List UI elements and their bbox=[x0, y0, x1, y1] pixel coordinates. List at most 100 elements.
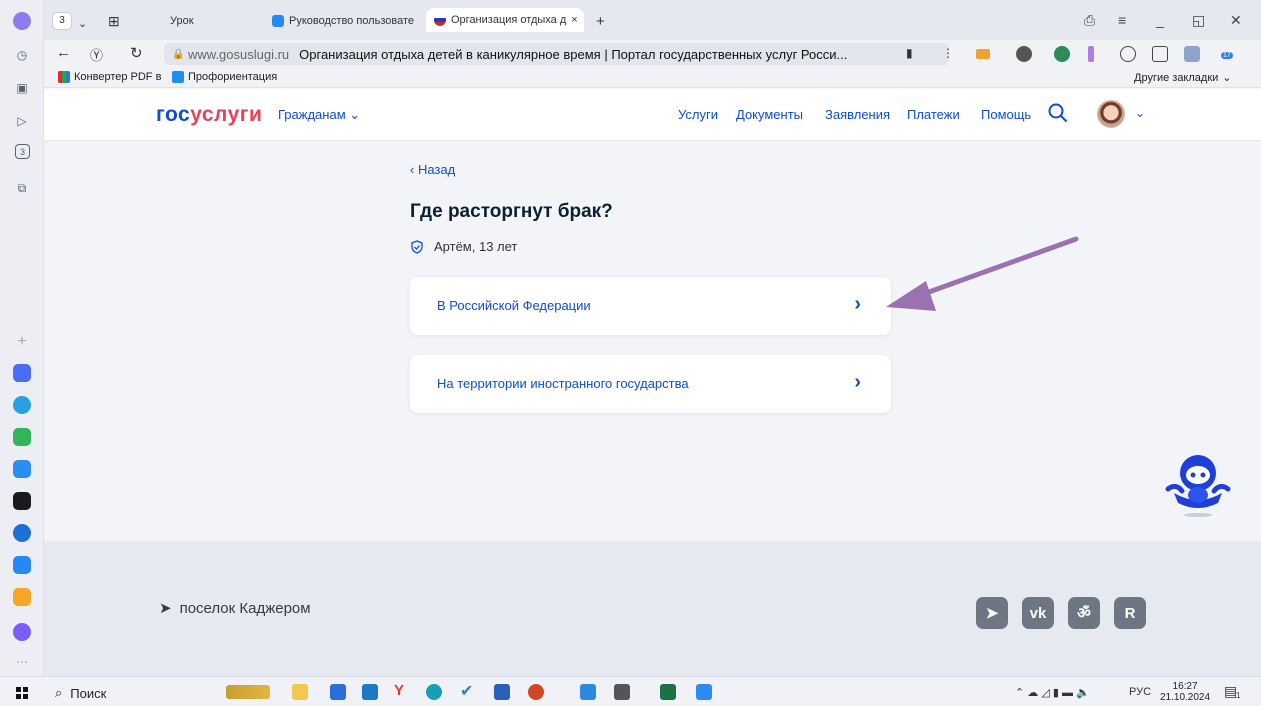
telegram-app-icon[interactable] bbox=[13, 396, 31, 414]
screenshot-icon[interactable]: ⧉ bbox=[12, 178, 32, 198]
location[interactable]: ➤ поселок Каджером bbox=[159, 599, 311, 618]
notes-app-icon[interactable] bbox=[13, 364, 31, 382]
kebab-icon[interactable]: ⋮ bbox=[942, 46, 954, 60]
weather-app-icon[interactable] bbox=[13, 492, 31, 510]
pdf-icon bbox=[58, 71, 70, 83]
doc-ext-icon[interactable] bbox=[1184, 46, 1200, 62]
tab-counter[interactable]: 3 bbox=[52, 12, 72, 30]
time: 16:27 bbox=[1172, 681, 1198, 692]
citizens-dropdown[interactable]: Гражданам ⌄ bbox=[278, 107, 360, 123]
collections-icon[interactable]: ▣ bbox=[12, 78, 32, 98]
calendar-icon[interactable] bbox=[580, 684, 596, 700]
clock[interactable]: 16:27 21.10.2024 bbox=[1160, 681, 1210, 703]
career-icon bbox=[172, 71, 184, 83]
edge-app-icon[interactable] bbox=[13, 524, 31, 542]
back-link[interactable]: ‹ Назад bbox=[410, 162, 455, 177]
games-app-icon[interactable] bbox=[13, 428, 31, 446]
plants-icon bbox=[226, 685, 270, 699]
tab-groups-icon[interactable]: ⊞ bbox=[108, 10, 120, 32]
back-arrow-icon[interactable]: ← bbox=[56, 44, 71, 61]
taskbar-search[interactable]: ⌕ Поиск bbox=[55, 685, 106, 701]
logo-part2: услуги bbox=[190, 103, 263, 126]
rutube-icon[interactable]: R bbox=[1114, 597, 1146, 629]
windows-start-icon[interactable] bbox=[16, 687, 28, 699]
logo-part1: гос bbox=[156, 103, 191, 126]
search-icon[interactable] bbox=[1046, 101, 1070, 125]
download-ext-icon[interactable]: 17 bbox=[1216, 46, 1233, 62]
bookmark-icon[interactable]: ▮ bbox=[906, 46, 913, 60]
back-label: Назад bbox=[417, 162, 456, 177]
bookmark-career[interactable]: Профориентация bbox=[172, 71, 277, 83]
file-explorer-icon[interactable] bbox=[292, 684, 308, 700]
yandex-icon[interactable]: Ⓨ bbox=[90, 45, 103, 64]
bookmark-manager-icon[interactable]: ⎙ bbox=[1084, 12, 1095, 29]
alice-app-icon[interactable] bbox=[13, 623, 31, 641]
gosuslugi-logo[interactable]: госуслуги bbox=[156, 103, 262, 127]
robot-assistant-icon[interactable] bbox=[1162, 449, 1234, 519]
chevron-down-icon: ⌄ bbox=[1222, 72, 1232, 84]
nav-documents[interactable]: Документы bbox=[736, 107, 803, 122]
search-icon: ⌕ bbox=[55, 685, 63, 700]
nav-payments[interactable]: Платежи bbox=[907, 107, 960, 122]
tab-close-icon[interactable]: × bbox=[571, 14, 577, 26]
store-icon[interactable] bbox=[330, 684, 346, 700]
cloud-ext-icon[interactable] bbox=[1120, 46, 1136, 62]
option-russia[interactable]: В Российской Федерации › bbox=[410, 277, 891, 335]
new-tab-icon[interactable]: + bbox=[596, 10, 605, 32]
tab-list-chevron-icon[interactable]: ⌄ bbox=[78, 12, 87, 34]
vk-icon[interactable]: vk bbox=[1022, 597, 1054, 629]
other-bookmarks[interactable]: Другие закладки ⌄ bbox=[1134, 71, 1232, 85]
tray-icons[interactable]: ⌃ ☁ ◿ ▮ ▬ 🔈 bbox=[1015, 686, 1090, 699]
telegram-icon[interactable]: ➤ bbox=[976, 597, 1008, 629]
translate-ext-icon[interactable] bbox=[1152, 46, 1168, 62]
excel-icon[interactable] bbox=[660, 684, 676, 700]
nav-services[interactable]: Услуги bbox=[678, 107, 718, 122]
nav-applications[interactable]: Заявления bbox=[825, 107, 890, 122]
edge-icon[interactable] bbox=[426, 684, 442, 700]
bookmark-label: Профориентация bbox=[188, 71, 278, 83]
avatar[interactable] bbox=[1097, 100, 1125, 128]
messenger-icon[interactable] bbox=[696, 684, 712, 700]
powerpoint-icon[interactable] bbox=[528, 684, 544, 700]
counter-icon[interactable]: 3 bbox=[15, 144, 30, 159]
calculator-icon[interactable] bbox=[614, 684, 630, 700]
mail-app-icon[interactable] bbox=[13, 588, 31, 606]
audio-ext-icon[interactable] bbox=[976, 49, 990, 59]
yandex-browser-icon[interactable]: Y bbox=[394, 682, 410, 699]
add-icon[interactable]: + bbox=[12, 332, 32, 352]
messenger-app-icon[interactable] bbox=[13, 460, 31, 478]
other-bookmarks-label: Другие закладки bbox=[1134, 71, 1219, 84]
tab-active[interactable]: Организация отдыха д × bbox=[426, 8, 584, 32]
outlook-icon[interactable] bbox=[362, 684, 378, 700]
ok-icon[interactable]: ॐ bbox=[1068, 597, 1100, 629]
chevron-down-icon[interactable]: ⌄ bbox=[1135, 106, 1145, 120]
tab-guide[interactable]: Руководство пользовате bbox=[272, 10, 422, 32]
close-icon[interactable]: ✕ bbox=[1230, 12, 1242, 29]
vk-app-icon[interactable] bbox=[13, 556, 31, 574]
alice-icon[interactable] bbox=[13, 12, 31, 30]
play-icon[interactable]: ▷ bbox=[12, 111, 32, 131]
vpn-ext-icon[interactable] bbox=[1054, 46, 1070, 62]
todo-icon[interactable]: ✔ bbox=[460, 681, 476, 700]
pen-ext-icon[interactable] bbox=[1088, 46, 1094, 62]
word-icon[interactable] bbox=[494, 684, 510, 700]
tab-urok[interactable]: Урок bbox=[170, 10, 260, 32]
date: 21.10.2024 bbox=[1160, 692, 1211, 703]
url-title: Организация отдыха детей в каникулярное … bbox=[299, 46, 848, 62]
chevron-right-icon: › bbox=[854, 371, 861, 393]
nav-help[interactable]: Помощь bbox=[981, 107, 1031, 122]
idea-ext-icon[interactable] bbox=[1016, 46, 1032, 62]
language-indicator[interactable]: РУС bbox=[1129, 686, 1151, 698]
bookmark-pdf[interactable]: Конвертер PDF в bbox=[58, 71, 161, 83]
taskbar: ⌕ Поиск Y ✔ ⌃ ☁ ◿ ▮ ▬ 🔈 РУС 16:27 21.10.… bbox=[0, 676, 1261, 706]
url-domain: www.gosuslugi.ru bbox=[188, 46, 290, 62]
minimize-icon[interactable]: _ bbox=[1156, 12, 1164, 28]
option-foreign[interactable]: На территории иностранного государства › bbox=[410, 355, 891, 413]
reload-icon[interactable]: ↻ bbox=[130, 44, 143, 62]
url-field[interactable]: 🔒 www.gosuslugi.ru Организация отдыха де… bbox=[164, 43, 949, 65]
russia-flag-icon bbox=[434, 14, 446, 26]
menu-icon[interactable]: ≡ bbox=[1118, 12, 1126, 28]
more-icon[interactable]: ⋯ bbox=[12, 652, 32, 672]
maximize-icon[interactable]: ◱ bbox=[1192, 12, 1205, 29]
history-icon[interactable]: ◷ bbox=[12, 45, 32, 65]
